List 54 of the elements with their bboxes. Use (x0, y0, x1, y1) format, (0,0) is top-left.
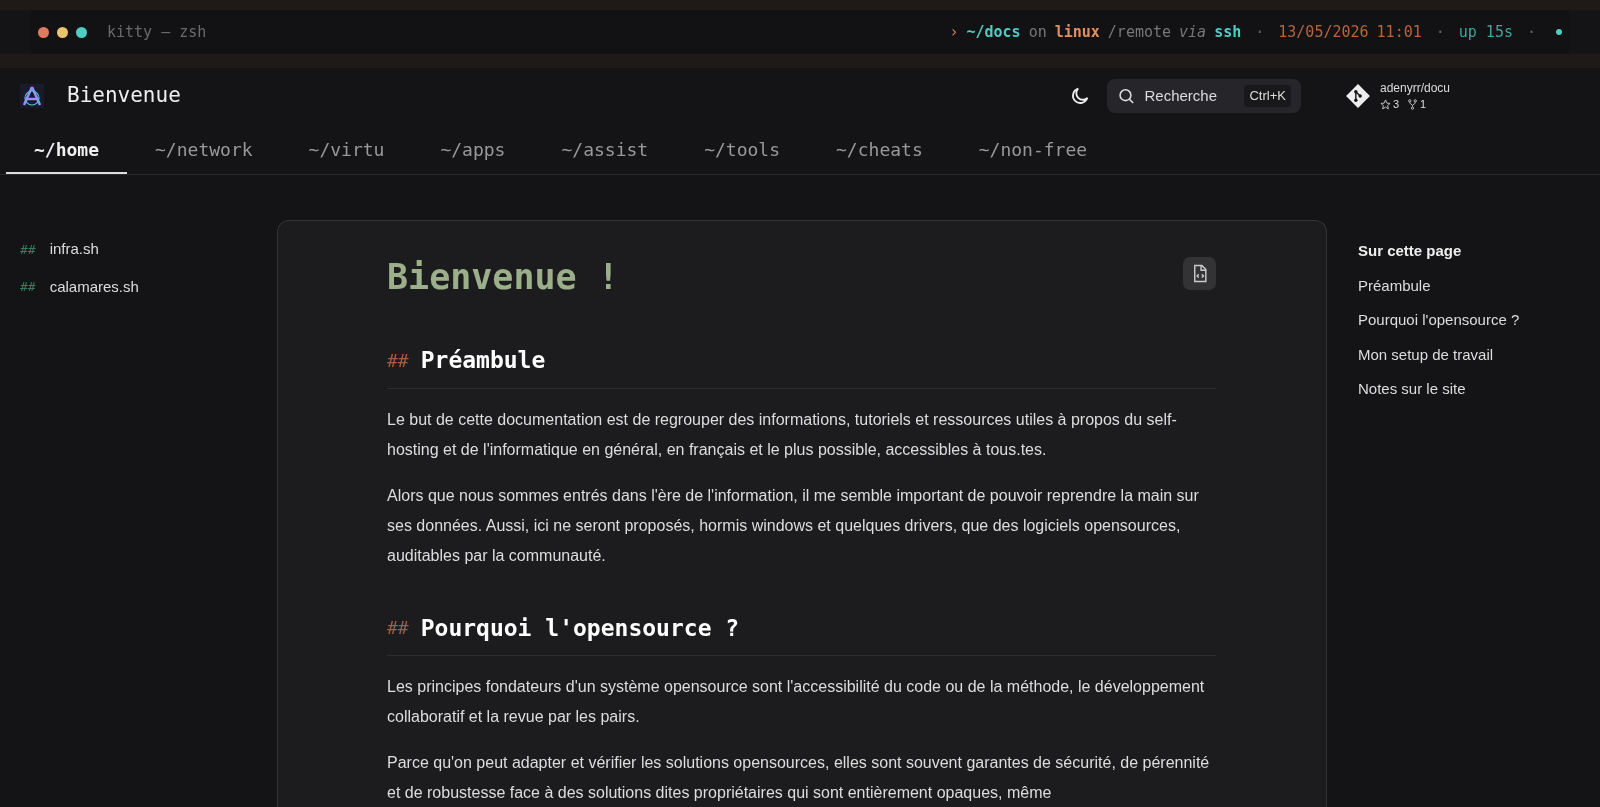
star-icon (1379, 98, 1391, 110)
sidebar-link[interactable]: infra.sh (49, 238, 99, 261)
separator-text: · (1435, 21, 1445, 43)
prompt-text: ~/docs (966, 21, 1021, 43)
paragraph: Les principes fondateurs d'un système opensource sont l'accessibilité du code ou de la méthode, le développement collaboratif et la revue par les pairs. (387, 677, 1206, 727)
heading-marker: ## (20, 278, 36, 296)
git-icon (1344, 83, 1371, 109)
heading-marker: ## (387, 348, 409, 373)
site-title[interactable]: Bienvenue (67, 80, 181, 112)
paragraph: Parce qu'on peut adapter et vérifier les solutions opensources, elles sont souvent garantes de sécurité, de pérennité et de robustesse face à des solutions dites propriétaires qui sont entièrement opaques, même (387, 753, 1211, 803)
fork-count: 1 (1420, 97, 1427, 112)
paragraph: Alors que nous sommes entrés dans l'ère de l'information, il me semble important de pouvoir reprendre la main sur ses données. Aussi, ici ne seront proposés, hormis windows et quelques drivers, que des logiciels opensources, auditables par la communauté. (387, 485, 1200, 566)
prompt-text: ssh (1214, 21, 1242, 43)
heading-marker: ## (387, 616, 409, 641)
nav-tab[interactable]: ~/home (6, 126, 128, 174)
logo-icon[interactable] (20, 84, 44, 108)
separator-text: · (1526, 21, 1536, 43)
repository-name: adenyrr/docu (1379, 80, 1450, 96)
toc-link[interactable]: Préambule (1358, 274, 1520, 297)
nav-tab[interactable]: ~/tools (676, 126, 809, 174)
toc-link[interactable]: Notes sur le site (1358, 378, 1520, 401)
sidebar-link[interactable]: calamares.sh (49, 275, 139, 298)
page-title: Bienvenue ! (387, 256, 619, 299)
toc-link[interactable]: Mon setup de travail (1358, 343, 1520, 366)
prompt-text: 13/05/2026 (1278, 21, 1369, 43)
toc-title: Sur cette page (1358, 241, 1463, 261)
search-input[interactable]: Recherche (1144, 84, 1245, 108)
nav-tab[interactable]: ~/apps (412, 126, 534, 174)
prompt-text: via (1179, 21, 1207, 43)
view-source-icon[interactable] (1183, 257, 1216, 290)
prompt-text: /remote (1107, 21, 1172, 43)
terminal-title: kitty — zsh (107, 21, 207, 43)
star-count: 3 (1392, 97, 1400, 112)
prompt-text: › (949, 21, 959, 43)
prompt-text: 11:01 (1376, 21, 1422, 43)
section-heading: Préambule (420, 346, 546, 375)
nav-tab[interactable]: ~/assist (533, 126, 677, 174)
nav-tab[interactable]: ~/non-free (950, 126, 1116, 174)
nav-tab[interactable]: ~/virtu (280, 126, 413, 174)
prompt-text: up 15s (1458, 21, 1513, 43)
section-heading: Pourquoi l'opensource ? (420, 613, 740, 643)
search-field[interactable]: Recherche Ctrl+K (1106, 79, 1301, 113)
repository-link[interactable]: adenyrr/docu 3 1 (1344, 80, 1450, 112)
prompt-text: linux (1054, 21, 1100, 43)
nav-tab[interactable]: ~/network (127, 126, 281, 174)
nav-tab[interactable]: ~/cheats (808, 126, 951, 174)
shortcut-label: Ctrl+K (1244, 85, 1291, 107)
paragraph: Le but de cette documentation est de regrouper des informations, tutoriels et ressources utiles à propos du self-hosting et de l'informatique en général, en français et le plus possible, accessibles à tous.tes. (387, 409, 1178, 460)
prompt-text: on (1028, 21, 1047, 43)
heading-marker: ## (20, 240, 36, 259)
search-icon (1116, 86, 1136, 106)
fork-icon (1407, 98, 1419, 110)
toc-link[interactable]: Pourquoi l'opensource ? (1358, 309, 1520, 332)
separator-text: · (1255, 21, 1265, 43)
